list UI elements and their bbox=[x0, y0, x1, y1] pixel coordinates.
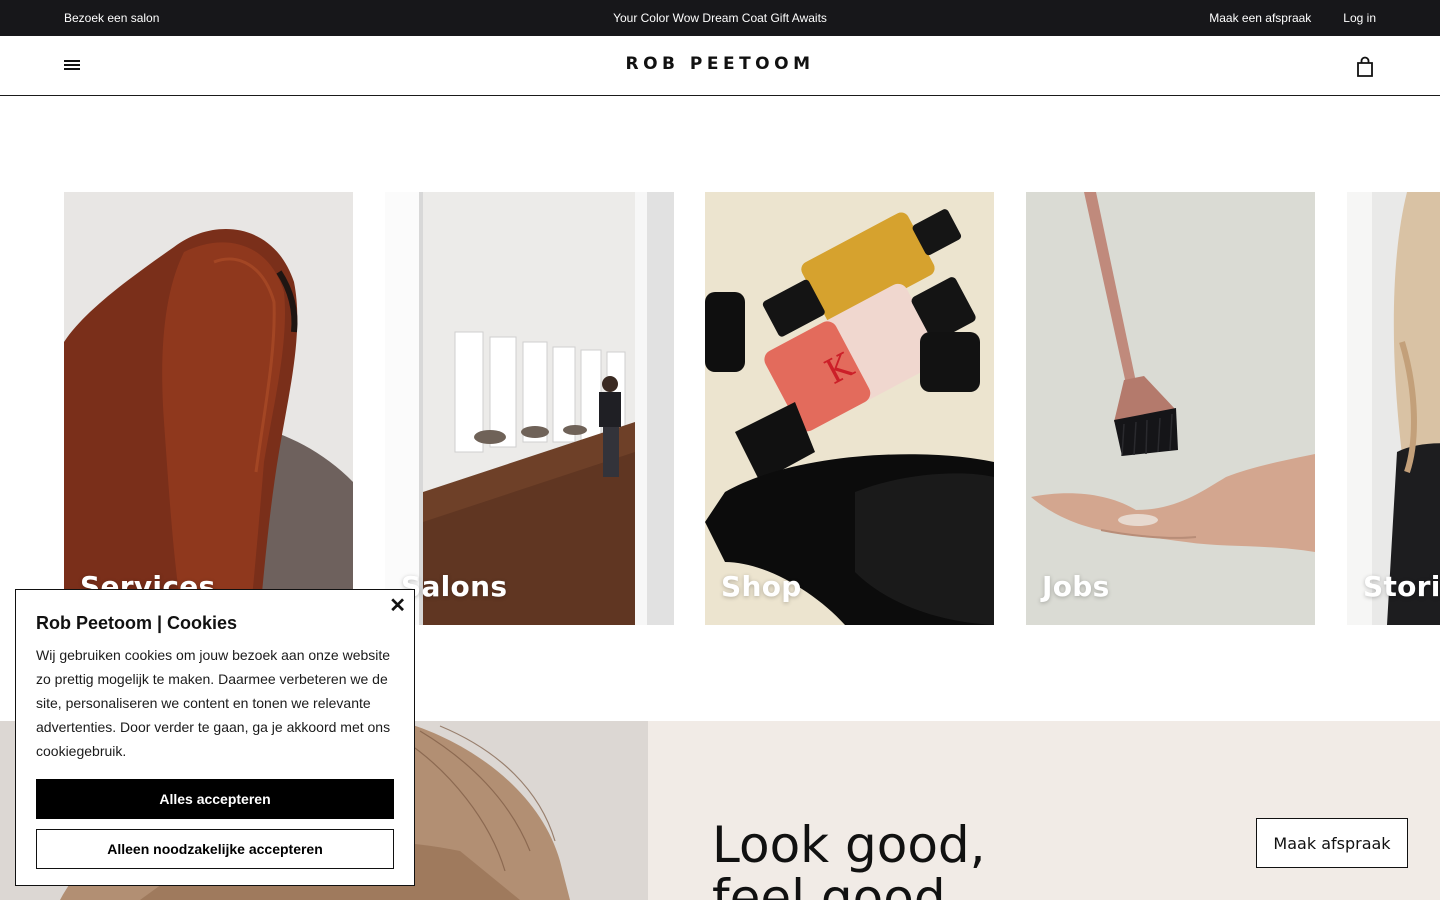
site-logo[interactable]: ROB PEETOOM bbox=[625, 54, 814, 74]
cookie-title: Rob Peetoom | Cookies bbox=[36, 613, 238, 633]
jobs-image bbox=[1026, 192, 1315, 625]
card-jobs[interactable]: Jobs bbox=[1026, 192, 1315, 625]
accept-necessary-button[interactable]: Alleen noodzakelijke accepteren bbox=[36, 829, 394, 869]
accept-all-button[interactable]: Alles accepteren bbox=[36, 779, 394, 819]
card-stories[interactable]: Stories bbox=[1347, 192, 1440, 625]
card-label-salons: Salons bbox=[401, 570, 508, 603]
cookie-body: Wij gebruiken cookies om jouw bezoek aan… bbox=[36, 647, 391, 759]
card-services[interactable]: Services bbox=[64, 192, 353, 625]
site-header: ROB PEETOOM bbox=[0, 36, 1440, 96]
services-image bbox=[64, 192, 353, 625]
card-shop[interactable]: K Shop bbox=[705, 192, 994, 625]
card-label-stories: Stories bbox=[1363, 570, 1440, 603]
announcement-bar: Bezoek een salon Your Color Wow Dream Co… bbox=[0, 0, 1440, 36]
hero-title: Look good, feel good bbox=[712, 819, 986, 900]
hamburger-menu-icon[interactable] bbox=[64, 58, 84, 74]
login-link[interactable]: Log in bbox=[1343, 11, 1376, 25]
shop-image: K bbox=[705, 192, 994, 625]
hero-panel: Look good, feel good Maak afspraak bbox=[648, 721, 1440, 900]
card-salons[interactable]: Salons bbox=[385, 192, 674, 625]
promo-text[interactable]: Your Color Wow Dream Coat Gift Awaits bbox=[613, 11, 827, 25]
stories-image bbox=[1347, 192, 1440, 625]
visit-salon-link[interactable]: Bezoek een salon bbox=[64, 11, 159, 25]
hero-title-line2: feel good bbox=[712, 868, 946, 900]
shopping-bag-icon[interactable] bbox=[1354, 56, 1376, 78]
salons-image bbox=[385, 192, 674, 625]
category-carousel: Services Salons K Shop Jobs Stori bbox=[64, 192, 1440, 625]
make-appointment-button[interactable]: Maak afspraak bbox=[1256, 818, 1408, 868]
card-label-jobs: Jobs bbox=[1042, 570, 1110, 603]
make-appointment-link[interactable]: Maak een afspraak bbox=[1209, 11, 1311, 25]
hero-title-line1: Look good, bbox=[712, 816, 986, 874]
cookie-consent-dialog: ✕ Rob Peetoom | Cookies Wij gebruiken co… bbox=[15, 589, 415, 886]
close-icon[interactable]: ✕ bbox=[389, 596, 406, 616]
card-label-shop: Shop bbox=[721, 570, 802, 603]
